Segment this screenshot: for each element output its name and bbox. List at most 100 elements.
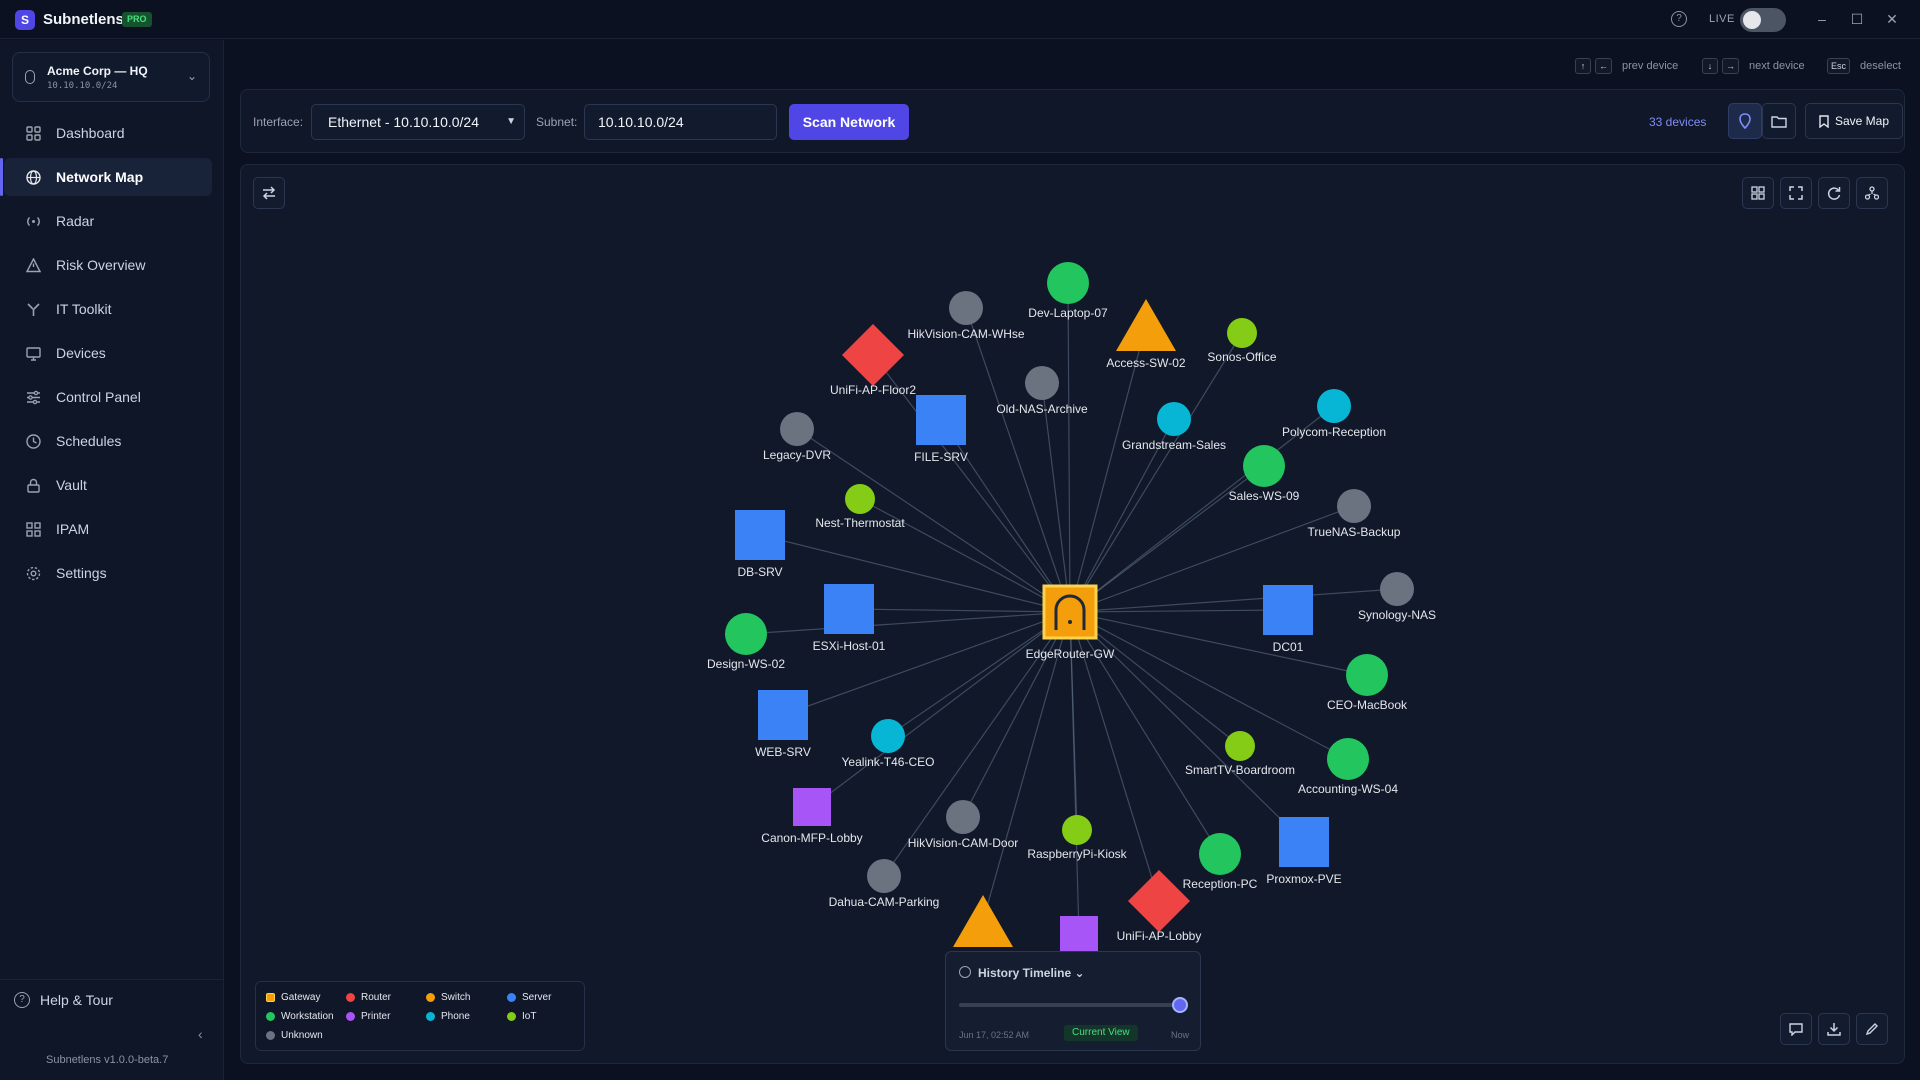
shortcut-next-label: next device [1749,60,1805,72]
printer-node-shape [793,788,831,826]
device-node-iot[interactable]: Nest-Thermostat [815,484,905,530]
sidebar-nav: Dashboard Network Map Radar Risk Overview IT… [0,114,212,598]
save-map-button[interactable]: Save Map [1805,103,1903,139]
close-icon[interactable]: ✕ [1883,10,1901,28]
timeline-track[interactable] [959,1003,1181,1007]
bookmark-icon [1819,114,1829,128]
device-node-workstation[interactable]: Dev-Laptop-07 [1028,262,1108,320]
grid-icon [1751,186,1765,200]
legend-swatch [426,1012,435,1021]
sidebar-item-risk-overview[interactable]: Risk Overview [4,246,212,284]
legend-item-phone: Phone [426,1011,470,1022]
maximize-icon[interactable]: ☐ [1848,10,1866,28]
scan-network-button[interactable]: Scan Network [789,104,909,140]
device-node-unknown[interactable]: Old-NAS-Archive [996,366,1088,416]
device-node-server[interactable]: DB-SRV [735,510,785,579]
minimize-icon[interactable]: – [1813,10,1831,28]
device-node-phone[interactable]: Yealink-T46-CEO [842,719,935,769]
help-tour-label: Help & Tour [40,992,113,1008]
sidebar-item-dashboard[interactable]: Dashboard [4,114,212,152]
device-label: FILE-SRV [914,450,968,464]
sidebar-item-ipam[interactable]: IPAM [4,510,212,548]
sidebar-item-settings[interactable]: Settings [4,554,212,592]
refresh-button[interactable] [1818,177,1850,209]
sidebar-item-vault[interactable]: Vault [4,466,212,504]
device-node-unknown[interactable]: TrueNAS-Backup [1308,489,1401,539]
network-link [940,419,1071,613]
network-map[interactable]: Dev-Laptop-07 HikVision-CAM-WHse Access-SW… [241,165,1905,1064]
edit-button[interactable] [1856,1013,1888,1045]
timeline-title[interactable]: History Timeline ⌄ [978,966,1085,980]
device-node-workstation[interactable]: Accounting-WS-04 [1298,738,1398,796]
interface-select[interactable]: Ethernet - 10.10.10.0/24 ▼ [311,104,525,140]
swap-layout-button[interactable] [253,177,285,209]
interface-label: Interface: [253,115,304,129]
device-node-unknown[interactable]: Dahua-CAM-Parking [829,859,940,909]
location-view-button[interactable] [1728,103,1762,139]
live-toggle-knob [1743,11,1761,29]
help-icon[interactable]: ? [1671,11,1687,27]
device-node-switch[interactable]: Access-SW-02 [1106,299,1186,370]
device-node-server[interactable]: FILE-SRV [914,395,968,464]
device-node-unknown[interactable]: HikVision-CAM-WHse [907,291,1025,341]
device-node-phone[interactable]: Grandstream-Sales [1122,402,1226,452]
org-switcher[interactable]: Acme Corp — HQ 10.10.10.0/24 ⌄ [12,52,210,102]
comment-button[interactable] [1780,1013,1812,1045]
device-node-router[interactable]: UniFi-AP-Floor2 [830,324,916,397]
device-node-iot[interactable]: Sonos-Office [1207,318,1277,364]
sidebar-item-radar[interactable]: Radar [4,202,212,240]
device-node-workstation[interactable]: Design-WS-02 [707,613,785,671]
device-node-switch[interactable] [953,895,1013,947]
device-node-workstation[interactable]: Reception-PC [1183,833,1258,891]
device-node-unknown[interactable]: HikVision-CAM-Door [908,800,1018,850]
sidebar-divider [0,979,224,980]
sidebar-item-control-panel[interactable]: Control Panel [4,378,212,416]
map-legend: Gateway Router Switch Server Workstation Prin… [255,981,585,1051]
device-node-server[interactable]: ESXi-Host-01 [813,584,886,653]
sidebar-item-it-toolkit[interactable]: IT Toolkit [4,290,212,328]
device-node-printer[interactable]: Canon-MFP-Lobby [761,788,863,845]
device-node-iot[interactable]: SmartTV-Boardroom [1185,731,1295,777]
open-folder-button[interactable] [1762,103,1796,139]
live-toggle[interactable] [1740,8,1786,32]
grid-layout-button[interactable] [1742,177,1774,209]
sidebar-item-label: Dashboard [56,125,125,141]
device-node-workstation[interactable]: CEO-MacBook [1327,654,1408,712]
device-node-unknown[interactable]: Synology-NAS [1358,572,1436,622]
chevron-down-icon: ⌄ [1074,966,1085,980]
collapse-sidebar-icon[interactable]: ‹ [198,1026,203,1042]
device-node-workstation[interactable]: Sales-WS-09 [1229,445,1300,503]
timeline-slider-handle[interactable] [1172,997,1188,1013]
download-button[interactable] [1818,1013,1850,1045]
subnet-input[interactable]: 10.10.10.0/24 [584,104,777,140]
history-timeline[interactable]: History Timeline ⌄ Jun 17, 02:52 AM Curr… [945,951,1201,1051]
device-node-server[interactable]: WEB-SRV [755,690,811,759]
key-esc: Esc [1827,58,1851,74]
switch-node-shape [953,895,1013,947]
sidebar-item-devices[interactable]: Devices [4,334,212,372]
device-node-server[interactable]: Proxmox-PVE [1266,817,1342,886]
topology-button[interactable] [1856,177,1888,209]
monitor-icon [25,345,41,361]
workstation-node-shape [1243,445,1285,487]
fullscreen-button[interactable] [1780,177,1812,209]
device-node-server[interactable]: DC01 [1263,585,1313,654]
help-tour-button[interactable]: ? Help & Tour [12,988,113,1012]
device-node-iot[interactable]: RaspberryPi-Kiosk [1027,815,1128,861]
device-label: DB-SRV [737,565,782,579]
device-node-printer[interactable] [1060,916,1098,954]
sidebar-item-label: Devices [56,345,106,361]
workstation-node-shape [1346,654,1388,696]
device-node-phone[interactable]: Polycom-Reception [1282,389,1386,439]
device-node-unknown[interactable]: Legacy-DVR [763,412,831,462]
device-label: Yealink-T46-CEO [842,755,935,769]
unknown-node-shape [1380,572,1414,606]
sidebar-item-schedules[interactable]: Schedules [4,422,212,460]
key-left: ← [1595,58,1612,74]
globe-icon [25,169,41,185]
legend-swatch [507,993,516,1002]
legend-item-switch: Switch [426,992,470,1003]
sidebar-item-label: Control Panel [56,389,141,405]
sidebar-item-network-map[interactable]: Network Map [0,158,212,196]
network-map-canvas[interactable]: Dev-Laptop-07 HikVision-CAM-WHse Access-SW… [240,164,1905,1064]
